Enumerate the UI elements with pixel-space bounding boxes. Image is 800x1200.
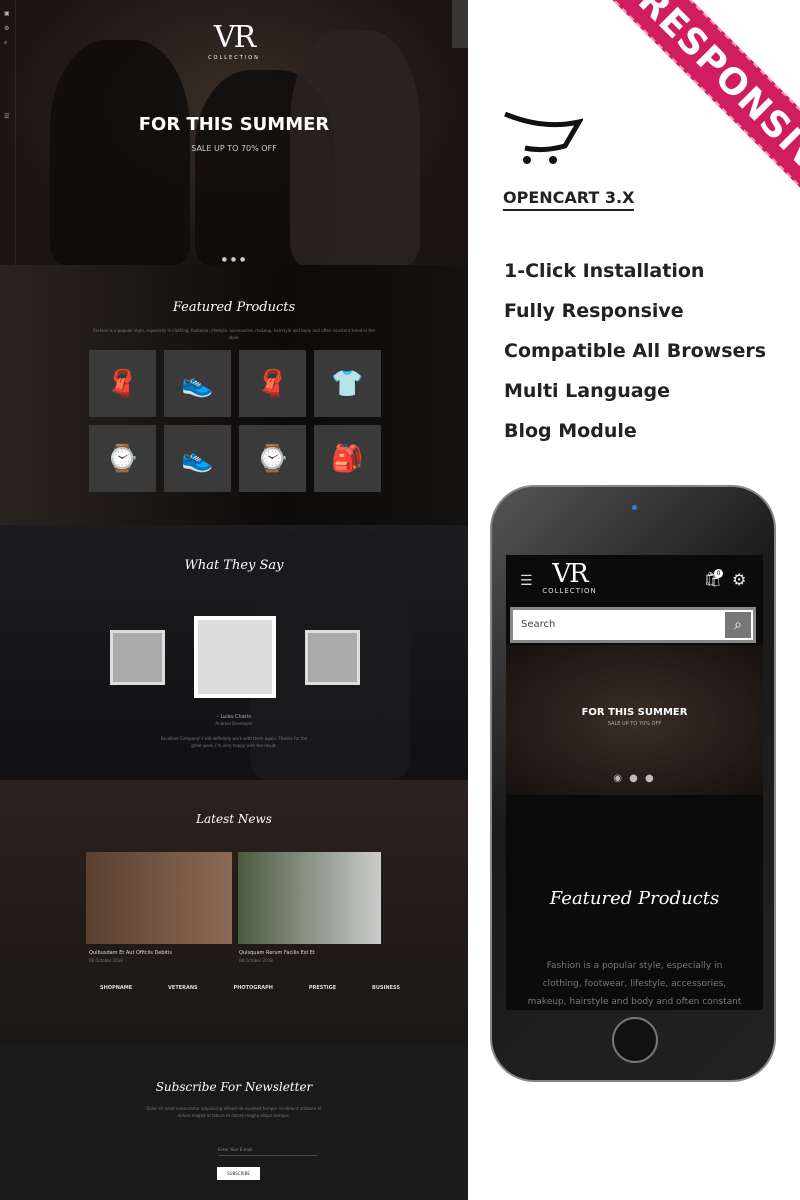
testimonial-name: - Luies Charls [217, 714, 251, 720]
home-button[interactable] [612, 1017, 658, 1063]
feature-item: Blog Module [504, 420, 637, 442]
feature-item: Multi Language [504, 380, 671, 402]
subscribe-button[interactable]: SUBSCRIBE [217, 1167, 260, 1180]
desktop-preview: ▣ ⚙ ⌕ ☰ VR COLLECTION FOR THIS SUMMER SAL… [0, 0, 468, 1200]
cart-count-badge: 0 [714, 569, 723, 578]
product-card[interactable]: ⌚ [89, 425, 156, 492]
brand-logo[interactable]: VETERANS [168, 985, 198, 991]
product-card[interactable]: ⌚ [239, 425, 306, 492]
mobile-logo[interactable]: VR COLLECTION [506, 559, 698, 595]
brand-logo[interactable]: BUSINESS [372, 985, 400, 991]
avatar[interactable] [110, 630, 165, 685]
news-post-title[interactable]: Quibusdam Et Aut Officiis Debitis [89, 950, 172, 956]
brand-logo[interactable]: PHOTOGRAPH [234, 985, 273, 991]
featured-section: Featured Products Fashion is a popular s… [0, 265, 468, 525]
phone-camera [632, 505, 637, 510]
opencart-cart-icon [504, 111, 583, 164]
testimonial-quote: Excellent Company! I will definitely wor… [160, 736, 308, 748]
search-bar: Search ⌕ [510, 607, 756, 643]
product-card[interactable]: 👕 [314, 350, 381, 417]
slider-dots[interactable]: ● ● ● [0, 256, 468, 263]
news-title: Latest News [196, 812, 272, 826]
news-post-title[interactable]: Quisquam Rerum Facilis Est Et [239, 950, 315, 956]
newsletter-email-input[interactable]: Enter Your E-mail [218, 1147, 318, 1156]
news-section: Latest News Quibusdam Et Aut Officiis De… [0, 780, 468, 1045]
hero-section: ▣ ⚙ ⌕ ☰ VR COLLECTION FOR THIS SUMMER SAL… [0, 0, 468, 265]
settings-icon[interactable]: ⚙ [732, 570, 746, 589]
mobile-screen: ☰ VR COLLECTION 🛍 0 ⚙ Search ⌕ FOR THIS S… [506, 555, 763, 1010]
product-card[interactable]: 🧣 [89, 350, 156, 417]
brand-logos: SHOPNAME VETERANS PHOTOGRAPH PRESTIGE BU… [100, 985, 400, 991]
feature-item: Compatible All Browsers [504, 340, 767, 362]
logo[interactable]: VR COLLECTION [0, 20, 468, 61]
product-card[interactable]: 👟 [164, 425, 231, 492]
brand-logo[interactable]: PRESTIGE [309, 985, 336, 991]
feature-item: Fully Responsive [504, 300, 684, 322]
featured-description: Fashion is a popular style, especially i… [93, 328, 375, 340]
newsletter-description: Dolor sit amet consectetur adipisicing e… [146, 1106, 322, 1118]
avatar-active[interactable] [194, 616, 276, 698]
hero-title: FOR THIS SUMMER [138, 114, 330, 135]
testimonials-section: What They Say - Luies Charls Android Dev… [0, 525, 468, 780]
product-card[interactable]: 👟 [164, 350, 231, 417]
news-post-date: 08 October 2018 [89, 958, 123, 963]
newsletter-title: Subscribe For Newsletter [155, 1080, 313, 1094]
product-card[interactable]: 🎒 [314, 425, 381, 492]
feature-item: 1-Click Installation [504, 260, 705, 282]
mobile-featured-title: Featured Products [549, 888, 720, 909]
product-card[interactable]: 🧣 [239, 350, 306, 417]
platform-label: OPENCART 3.X [503, 188, 635, 211]
testimonial-role: Android Developer [215, 721, 253, 726]
brand-logo[interactable]: SHOPNAME [100, 985, 132, 991]
cart-icon[interactable]: ▣ [4, 10, 10, 17]
testimonials-title: What They Say [184, 558, 284, 573]
news-image[interactable] [238, 852, 381, 944]
featured-title: Featured Products [172, 300, 296, 315]
search-button[interactable]: ⌕ [725, 612, 751, 638]
avatar[interactable] [305, 630, 360, 685]
newsletter-section: Subscribe For Newsletter Dolor sit amet … [0, 1045, 468, 1200]
slider-dots[interactable]: ◉ ● ● [506, 773, 763, 784]
news-image[interactable] [86, 852, 232, 944]
hero-subtitle: SALE UP TO 70% OFF [191, 144, 277, 153]
mobile-hero-title: FOR THIS SUMMER [581, 707, 688, 718]
mobile-featured-description: Fashion is a popular style, especially i… [527, 961, 742, 1007]
mobile-hero-subtitle: SALE UP TO 70% OFF [607, 721, 662, 727]
mobile-hero: FOR THIS SUMMER SALE UP TO 70% OFF ◉ ● ● [506, 645, 763, 795]
news-post-date: 08 October 2018 [239, 958, 273, 963]
mobile-logo-subtitle: COLLECTION [542, 587, 597, 595]
search-input[interactable]: Search [521, 619, 555, 630]
